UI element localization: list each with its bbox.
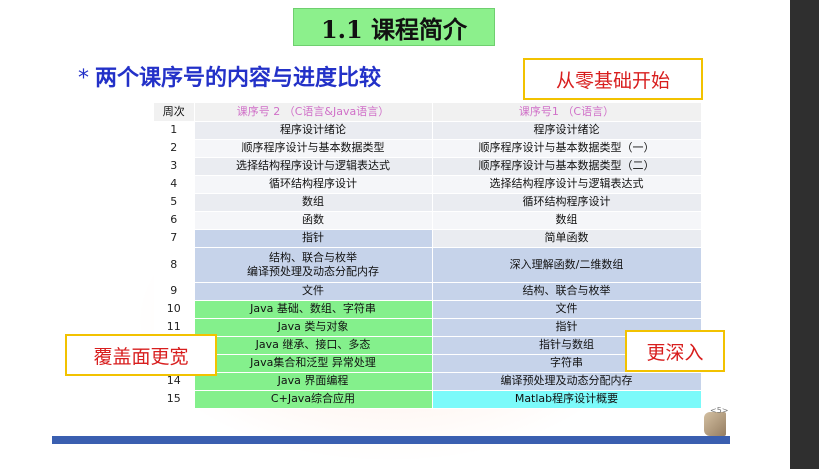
table-row: 15 C+Java综合应用 Matlab程序设计概要 — [154, 390, 702, 409]
week-cell: 10 — [154, 300, 195, 319]
course-2-cell: 循环结构程序设计 — [194, 175, 433, 194]
course-1-cell: 程序设计绪论 — [432, 121, 702, 140]
table-row: 1 程序设计绪论 程序设计绪论 — [154, 121, 702, 140]
course-2-cell-line: 编译预处理及动态分配内存 — [247, 264, 379, 278]
course-1-cell: 深入理解函数/二维数组 — [432, 247, 702, 283]
callout-deeper: 更深入 — [625, 330, 725, 372]
week-cell: 1 — [154, 121, 195, 140]
right-panel — [790, 0, 819, 469]
table-row: 4 循环结构程序设计 选择结构程序设计与逻辑表达式 — [154, 175, 702, 194]
course-2-cell: Java 基础、数组、字符串 — [194, 300, 433, 319]
course-1-cell: 循环结构程序设计 — [432, 193, 702, 212]
table-row: 13 Java集合和泛型 异常处理 字符串 — [154, 354, 702, 373]
week-cell: 2 — [154, 139, 195, 158]
week-cell: 6 — [154, 211, 195, 230]
subtitle: * 两个课序号的内容与进度比较 — [78, 60, 381, 92]
table-row: 7 指针 简单函数 — [154, 229, 702, 248]
course-2-cell: C+Java综合应用 — [194, 390, 433, 409]
course-2-cell: 程序设计绪论 — [194, 121, 433, 140]
course-2-cell: 函数 — [194, 211, 433, 230]
course-1-cell: 顺序程序设计与基本数据类型（二） — [432, 157, 702, 176]
bullet-icon: * — [78, 66, 89, 91]
table-row: 12 Java 继承、接口、多态 指针与数组 — [154, 336, 702, 355]
course-2-cell-line: 结构、联合与枚举 — [269, 251, 357, 265]
course-1-cell: 选择结构程序设计与逻辑表达式 — [432, 175, 702, 194]
header-course-2: 课序号 2 （C语言&Java语言） — [194, 103, 433, 122]
table-row: 3 选择结构程序设计与逻辑表达式 顺序程序设计与基本数据类型（二） — [154, 157, 702, 176]
week-cell: 4 — [154, 175, 195, 194]
page-number: <5> — [710, 406, 729, 415]
course-2-cell: 文件 — [194, 282, 433, 301]
course-1-cell: Matlab程序设计概要 — [432, 390, 702, 409]
week-cell: 8 — [154, 247, 195, 283]
header-week: 周次 — [154, 103, 195, 122]
course-2-cell: 数组 — [194, 193, 433, 212]
table-row: 2 顺序程序设计与基本数据类型 顺序程序设计与基本数据类型（一） — [154, 139, 702, 158]
table-header-row: 周次 课序号 2 （C语言&Java语言） 课序号1 （C语言） — [154, 103, 702, 122]
bottom-bar — [52, 436, 730, 444]
page-title: 1.1 课程简介 — [320, 14, 468, 44]
week-cell: 5 — [154, 193, 195, 212]
course-2-cell: 指针 — [194, 229, 433, 248]
week-cell: 15 — [154, 390, 195, 409]
header-course-1: 课序号1 （C语言） — [432, 103, 702, 122]
table-row: 9 文件 结构、联合与枚举 — [154, 282, 702, 301]
slide: 1.1 课程简介 * 两个课序号的内容与进度比较 从零基础开始 周次 课序号 2 … — [0, 0, 790, 469]
course-comparison-table: 周次 课序号 2 （C语言&Java语言） 课序号1 （C语言） 1 程序设计绪… — [154, 103, 702, 409]
course-1-cell: 结构、联合与枚举 — [432, 282, 702, 301]
week-cell: 3 — [154, 157, 195, 176]
course-1-cell: 简单函数 — [432, 229, 702, 248]
week-cell: 9 — [154, 282, 195, 301]
table-row: 14 Java 界面编程 编译预处理及动态分配内存 — [154, 372, 702, 391]
course-2-cell: Java 界面编程 — [194, 372, 433, 391]
week-cell: 7 — [154, 229, 195, 248]
corner-decoration — [704, 412, 726, 436]
course-2-cell: Java集合和泛型 异常处理 — [194, 354, 433, 373]
callout-from-scratch: 从零基础开始 — [523, 58, 703, 100]
table-row: 8 结构、联合与枚举 编译预处理及动态分配内存 深入理解函数/二维数组 — [154, 247, 702, 283]
course-1-cell: 编译预处理及动态分配内存 — [432, 372, 702, 391]
title-box: 1.1 课程简介 — [293, 8, 495, 46]
subtitle-text: 两个课序号的内容与进度比较 — [95, 66, 382, 91]
course-1-cell: 数组 — [432, 211, 702, 230]
table-row: 11 Java 类与对象 指针 — [154, 318, 702, 337]
course-1-cell: 顺序程序设计与基本数据类型（一） — [432, 139, 702, 158]
table-row: 5 数组 循环结构程序设计 — [154, 193, 702, 212]
table-row: 6 函数 数组 — [154, 211, 702, 230]
course-2-cell: 选择结构程序设计与逻辑表达式 — [194, 157, 433, 176]
course-2-cell: Java 继承、接口、多态 — [194, 336, 433, 355]
course-2-cell: 结构、联合与枚举 编译预处理及动态分配内存 — [194, 247, 433, 283]
callout-wider-coverage: 覆盖面更宽 — [65, 334, 217, 376]
table-row: 10 Java 基础、数组、字符串 文件 — [154, 300, 702, 319]
course-2-cell: 顺序程序设计与基本数据类型 — [194, 139, 433, 158]
course-1-cell: 文件 — [432, 300, 702, 319]
course-2-cell: Java 类与对象 — [194, 318, 433, 337]
